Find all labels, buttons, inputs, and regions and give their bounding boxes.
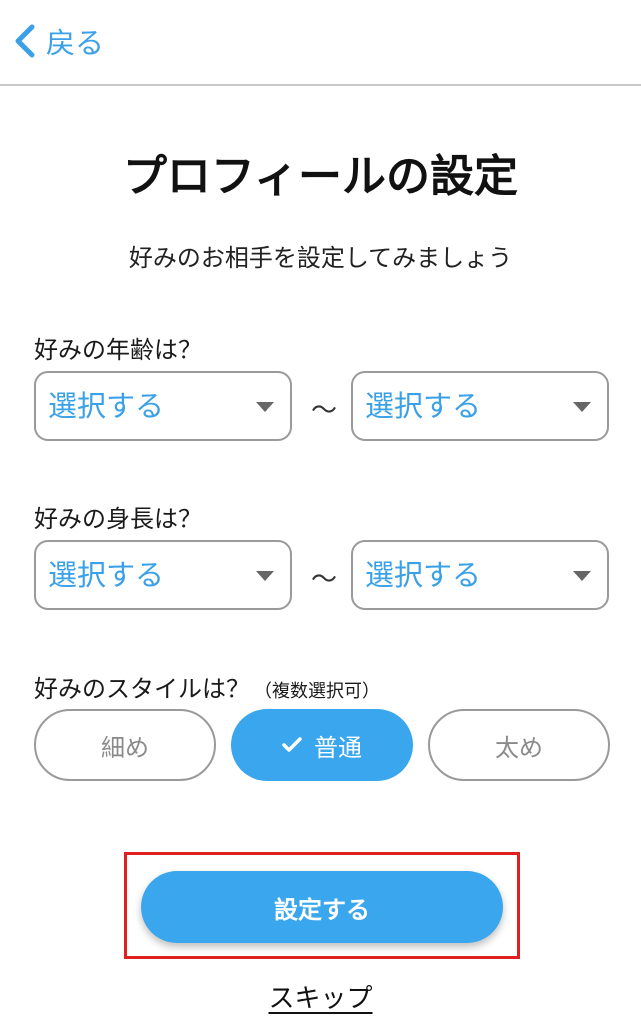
age-to-value: 選択する [365, 389, 482, 423]
caret-down-icon [256, 402, 274, 412]
caret-down-icon [573, 402, 591, 412]
skip-link-label: スキップ [268, 984, 373, 1014]
multi-select-note: （複数選択可） [254, 681, 380, 702]
height-from-value: 選択する [48, 558, 165, 592]
skip-link[interactable]: スキップ [0, 978, 641, 1015]
height-range-separator: 〜 [311, 565, 338, 595]
style-option-label: 細め [101, 733, 149, 762]
height-to-select[interactable]: 選択する [351, 540, 609, 610]
submit-button[interactable]: 設定する [141, 871, 503, 943]
page-subtitle: 好みのお相手を設定してみましょう [128, 244, 513, 272]
style-option-heavy[interactable]: 太め [428, 709, 610, 781]
style-option-label: 普通 [314, 733, 362, 762]
style-option-slim[interactable]: 細め [34, 709, 216, 781]
checkmark-icon [282, 731, 302, 759]
height-label: 好みの身長は？ [34, 505, 202, 533]
height-to-value: 選択する [365, 558, 482, 592]
age-from-select[interactable]: 選択する [34, 371, 292, 441]
caret-down-icon [256, 571, 274, 581]
height-from-select[interactable]: 選択する [34, 540, 292, 610]
profile-settings-screen: 戻る プロフィールの設定 好みのお相手を設定してみましょう 好みの年齢は？ 選択… [0, 0, 641, 1024]
chevron-left-icon [12, 23, 38, 59]
style-option-label: 太め [495, 733, 543, 762]
header-bar: 戻る [0, 0, 641, 86]
caret-down-icon [573, 571, 591, 581]
back-button[interactable]: 戻る [12, 18, 104, 64]
style-option-average[interactable]: 普通 [231, 709, 413, 781]
submit-button-label: 設定する [274, 895, 370, 924]
page-title: プロフィールの設定 [122, 151, 519, 202]
style-label-text: 好みのスタイルは？ [34, 675, 250, 703]
back-label: 戻る [46, 26, 105, 60]
age-to-select[interactable]: 選択する [351, 371, 609, 441]
age-label: 好みの年齢は？ [34, 336, 202, 364]
style-label: 好みのスタイルは？ （複数選択可） [34, 669, 380, 704]
age-from-value: 選択する [48, 389, 165, 423]
age-range-separator: 〜 [311, 396, 338, 426]
